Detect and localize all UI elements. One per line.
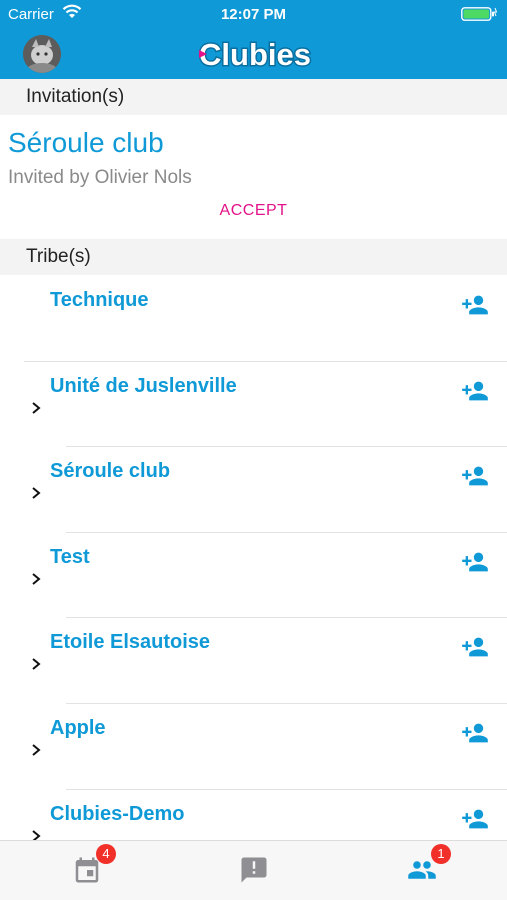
tribe-name: Etoile Elsautoise [50, 631, 211, 654]
tab-calendar[interactable]: 4 [72, 844, 116, 885]
add-member-icon[interactable] [457, 462, 493, 490]
chevron-right-icon[interactable] [30, 401, 42, 415]
tribe-row[interactable]: Etoile Elsautoise [0, 617, 507, 703]
tab-alerts[interactable] [239, 855, 269, 885]
row-divider [24, 360, 507, 362]
row-divider [66, 703, 507, 704]
invitation-card: Séroule club Invited by Olivier Nols ACC… [0, 115, 507, 239]
tribe-row[interactable]: Unité de Juslenville [0, 360, 507, 447]
add-member-icon[interactable] [457, 805, 493, 833]
chevron-right-icon[interactable] [30, 572, 42, 586]
tribe-name: Unité de Juslenville [50, 374, 237, 397]
tribe-name: Apple [50, 717, 106, 739]
svg-text:Clubies: Clubies [199, 37, 311, 72]
battery-icon [461, 7, 497, 21]
add-member-icon[interactable] [457, 719, 493, 747]
chevron-right-icon[interactable] [30, 657, 42, 671]
tribe-list: Technique Unité de Juslenville Séroule clu… [0, 275, 507, 840]
tribe-row[interactable]: Technique [0, 275, 507, 361]
invitation-club-name: Séroule club [8, 127, 164, 158]
tribe-name: Clubies-Demo [50, 802, 185, 825]
add-member-icon[interactable] [457, 377, 493, 405]
add-member-icon[interactable] [457, 548, 493, 576]
calendar-badge: 4 [96, 844, 116, 864]
tribe-name: Test [50, 545, 90, 568]
invitation-sender: Invited by Olivier Nols [8, 167, 192, 188]
row-divider [66, 788, 507, 790]
chevron-right-icon[interactable] [30, 743, 42, 757]
tribe-row[interactable]: Clubies-Demo [0, 788, 507, 840]
tribes-header: Tribe(s) [0, 239, 507, 275]
avatar-photo [23, 35, 61, 73]
chevron-right-icon[interactable] [30, 829, 42, 840]
chevron-right-icon[interactable] [30, 486, 42, 500]
add-member-icon[interactable] [457, 633, 493, 661]
tribe-name: Technique [50, 289, 149, 311]
tribe-name: Séroule club [50, 460, 171, 483]
add-member-icon[interactable] [457, 291, 493, 319]
row-divider [66, 446, 507, 448]
tab-bar: 4 1 [0, 840, 507, 900]
tribes-badge: 1 [431, 844, 451, 864]
status-bar: Carrier 12:07 PM [0, 0, 507, 28]
tribe-row[interactable]: Test [0, 531, 507, 618]
tribe-row[interactable]: Apple [0, 703, 507, 789]
row-divider [66, 617, 507, 619]
nav-bar: Clubies Clubies [0, 28, 507, 79]
clubies-logo: Clubies Clubies [198, 36, 313, 74]
invitations-header: Invitation(s) [0, 79, 507, 115]
row-divider [66, 531, 507, 533]
clock: 12:07 PM [220, 6, 287, 23]
user-avatar[interactable] [23, 35, 61, 73]
alert-message-icon [241, 857, 267, 883]
accept-button[interactable]: ACCEPT [0, 202, 507, 220]
tab-tribes[interactable]: 1 [407, 844, 451, 885]
tribe-row[interactable]: Séroule club [0, 446, 507, 532]
